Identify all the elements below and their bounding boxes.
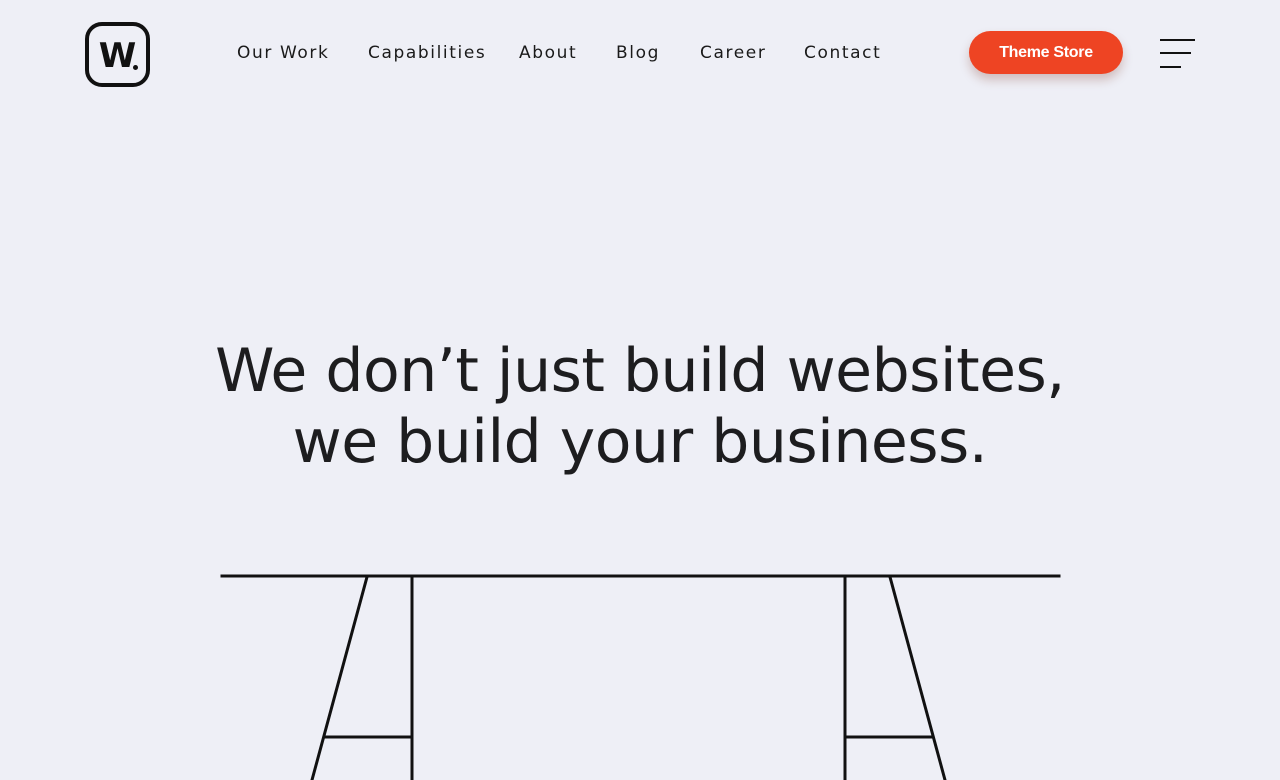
logo-letter: W (98, 35, 137, 76)
hero: We don’t just build websites, we build y… (0, 336, 1280, 478)
nav-item-blog[interactable]: Blog (616, 41, 660, 65)
hamburger-menu-icon[interactable] (1160, 38, 1196, 68)
nav-item-about[interactable]: About (519, 41, 577, 65)
logo[interactable]: W (85, 22, 150, 87)
hero-heading-line-2: we build your business. (292, 407, 988, 477)
desk-left-leg-slanted (310, 575, 369, 780)
nav-item-our-work[interactable]: Our Work (237, 41, 329, 65)
nav-item-capabilities[interactable]: Capabilities (368, 41, 486, 65)
nav-item-contact[interactable]: Contact (804, 41, 881, 65)
hero-heading: We don’t just build websites, we build y… (0, 336, 1280, 478)
theme-store-button[interactable]: Theme Store (969, 31, 1123, 74)
site-header: W Our Work Capabilities About Blog Caree… (0, 0, 1280, 106)
nav-item-career[interactable]: Career (700, 41, 766, 65)
desk-right-leg-slanted (888, 575, 947, 780)
logo-dot (133, 65, 138, 70)
desk-illustration (220, 574, 1061, 780)
hero-heading-line-1: We don’t just build websites, (215, 336, 1065, 406)
